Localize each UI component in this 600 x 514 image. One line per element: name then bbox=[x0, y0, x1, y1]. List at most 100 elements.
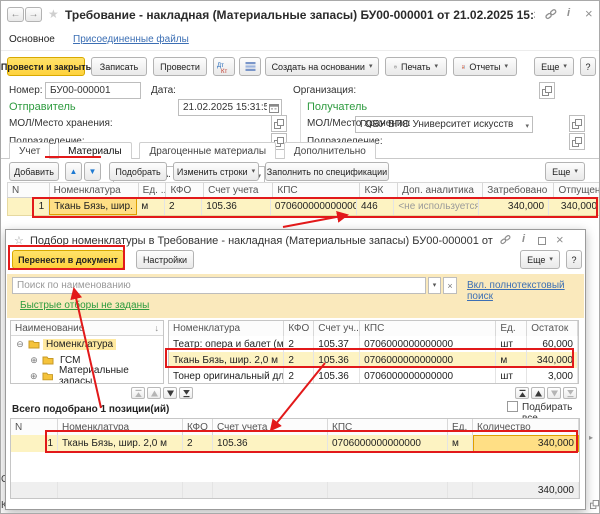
cell-quantity[interactable]: 340,000 bbox=[473, 435, 579, 452]
cell-kps[interactable]: 0706000000000000 bbox=[328, 435, 448, 452]
close-icon[interactable]: × bbox=[585, 7, 593, 20]
expand-icon[interactable]: ⊕ bbox=[29, 371, 39, 382]
dialog-more-button[interactable]: Еще▾ bbox=[520, 250, 560, 269]
cell-account[interactable]: 105.36 bbox=[202, 198, 271, 215]
col-unit[interactable]: Ед. ... bbox=[139, 183, 167, 197]
print-button[interactable]: Печать▾ bbox=[385, 57, 447, 76]
tree-item-nomenclatura[interactable]: ⊖ Номенклатура bbox=[11, 336, 163, 352]
tab-attachments[interactable]: Присоединенные файлы bbox=[73, 34, 189, 45]
list-go-last-button[interactable] bbox=[563, 387, 577, 399]
number-field[interactable] bbox=[45, 82, 141, 99]
info-icon[interactable]: i bbox=[567, 8, 570, 19]
quick-filters-link[interactable]: Быстрые отборы не заданы bbox=[20, 300, 149, 311]
pick-button[interactable]: Подобрать bbox=[109, 162, 167, 181]
cell-kfo[interactable]: 2 bbox=[284, 368, 314, 384]
col-balance[interactable]: Остаток bbox=[527, 321, 578, 336]
col-unit[interactable]: Ед. bbox=[496, 321, 527, 336]
cell-kek[interactable]: 446 bbox=[357, 198, 394, 215]
sender-mol-open-button[interactable] bbox=[271, 115, 287, 132]
cell-kfo[interactable]: 2 bbox=[284, 352, 314, 368]
col-requested[interactable]: Затребовано bbox=[483, 183, 554, 197]
dt-kt-movements-button[interactable]: ДтКт bbox=[213, 57, 235, 76]
cell-nomenclature[interactable]: Ткань Бязь, шир. 2,0 м bbox=[58, 435, 183, 452]
cell-account[interactable]: 105.36 bbox=[213, 435, 328, 452]
reports-button[interactable]: Отчеты▾ bbox=[453, 57, 517, 76]
col-kfo[interactable]: КФО bbox=[284, 321, 314, 336]
col-kps[interactable]: КПС bbox=[360, 321, 496, 336]
transfer-to-document-button[interactable]: Перенести в документ bbox=[12, 250, 124, 269]
col-kek[interactable]: КЭК bbox=[360, 183, 398, 197]
move-row-up-button[interactable]: ▲ bbox=[65, 162, 82, 181]
cell-unit[interactable]: шт bbox=[496, 368, 527, 384]
col-account[interactable]: Счет уч... bbox=[314, 321, 360, 336]
get-link-icon[interactable] bbox=[500, 234, 511, 248]
col-analytics[interactable]: Доп. аналитика bbox=[398, 183, 483, 197]
maximize-icon[interactable] bbox=[538, 237, 546, 245]
search-dropdown-button[interactable]: ▾ bbox=[428, 277, 441, 294]
list-go-down-button[interactable] bbox=[547, 387, 561, 399]
get-link-icon[interactable] bbox=[545, 8, 557, 23]
cell-kps[interactable]: 0706000000000000 bbox=[360, 352, 496, 368]
cell-account[interactable]: 105.36 bbox=[314, 352, 360, 368]
date-input[interactable] bbox=[183, 102, 267, 113]
scroll-right-icon[interactable]: ▸ bbox=[589, 433, 593, 442]
col-kfo[interactable]: КФО bbox=[183, 419, 213, 435]
post-button[interactable]: Провести bbox=[153, 57, 207, 76]
table-more-button[interactable]: Еще▾ bbox=[545, 162, 585, 181]
organization-open-button[interactable] bbox=[539, 82, 555, 99]
tree-go-last-button[interactable] bbox=[179, 387, 193, 399]
move-row-down-button[interactable]: ▼ bbox=[84, 162, 101, 181]
help-button[interactable]: ? bbox=[580, 57, 596, 76]
search-input[interactable] bbox=[17, 280, 411, 291]
close-icon[interactable]: × bbox=[556, 233, 564, 246]
tab-dragocennye-materialy[interactable]: Драгоценные материалы bbox=[139, 142, 276, 159]
cell-kps[interactable]: 0706000000000000 bbox=[360, 368, 496, 384]
receiver-mol-open-button[interactable] bbox=[569, 115, 585, 132]
cell-unit[interactable]: м bbox=[137, 198, 165, 215]
favorite-star-icon[interactable]: ★ bbox=[48, 7, 59, 21]
create-on-base-button[interactable]: Создать на основании▾ bbox=[265, 57, 379, 76]
register-records-button[interactable] bbox=[239, 57, 261, 76]
col-kps[interactable]: КПС bbox=[328, 419, 448, 435]
dialog-help-button[interactable]: ? bbox=[566, 250, 582, 269]
col-nomenclature[interactable]: Номенклатура bbox=[169, 321, 284, 336]
cell-unit[interactable]: м bbox=[496, 352, 527, 368]
fulltext-search-link[interactable]: Вкл. полнотекстовый поиск bbox=[467, 280, 585, 302]
open-link-icon[interactable] bbox=[590, 500, 599, 512]
post-and-close-button[interactable]: Провести и закрыть bbox=[7, 57, 85, 76]
list-row[interactable]: Тонер оригинальный дл... 2 105.36 070600… bbox=[169, 368, 578, 384]
tab-uchet[interactable]: Учет bbox=[9, 142, 50, 159]
info-icon[interactable]: i bbox=[522, 234, 525, 245]
col-unit[interactable]: Ед. bbox=[448, 419, 473, 435]
cell-unit[interactable]: шт bbox=[496, 336, 527, 352]
cell-account[interactable]: 105.36 bbox=[314, 368, 360, 384]
col-kps[interactable]: КПС bbox=[273, 183, 360, 197]
col-released[interactable]: Отпущено bbox=[554, 183, 600, 197]
cell-analytics[interactable]: <не используется> bbox=[394, 198, 478, 215]
settings-button[interactable]: Настройки bbox=[136, 250, 194, 269]
save-button[interactable]: Записать bbox=[91, 57, 147, 76]
col-account[interactable]: Счет учета bbox=[204, 183, 273, 197]
cell-kfo[interactable]: 2 bbox=[165, 198, 202, 215]
tree-go-first-button[interactable] bbox=[131, 387, 145, 399]
nav-forward-button[interactable]: → bbox=[25, 7, 42, 22]
col-nomenclature[interactable]: Номенклатура bbox=[58, 419, 183, 435]
cell-kfo[interactable]: 2 bbox=[183, 435, 213, 452]
search-clear-button[interactable]: × bbox=[443, 277, 457, 294]
tab-main[interactable]: Основное bbox=[9, 34, 55, 45]
cell-released[interactable]: 340,000 bbox=[549, 198, 600, 215]
more-button[interactable]: Еще▾ bbox=[534, 57, 574, 76]
favorite-star-icon[interactable]: ☆ bbox=[14, 234, 24, 247]
number-input[interactable] bbox=[50, 85, 136, 96]
tab-dopolnitelno[interactable]: Дополнительно bbox=[284, 142, 376, 159]
cell-account[interactable]: 105.37 bbox=[314, 336, 360, 352]
cell-balance[interactable]: 60,000 bbox=[527, 336, 578, 352]
fill-by-spec-button[interactable]: Заполнить по спецификации bbox=[265, 162, 389, 181]
date-field[interactable] bbox=[178, 99, 282, 116]
collapse-icon[interactable]: ⊖ bbox=[15, 339, 25, 350]
cell-n[interactable]: 1 bbox=[8, 198, 49, 215]
tree-header[interactable]: Наименование ↓ bbox=[11, 321, 163, 336]
cell-nomenclature[interactable]: Ткань Бязь, шир. 2,0 м bbox=[169, 352, 284, 368]
cell-balance[interactable]: 340,000 bbox=[527, 352, 578, 368]
add-row-button[interactable]: Добавить bbox=[9, 162, 59, 181]
